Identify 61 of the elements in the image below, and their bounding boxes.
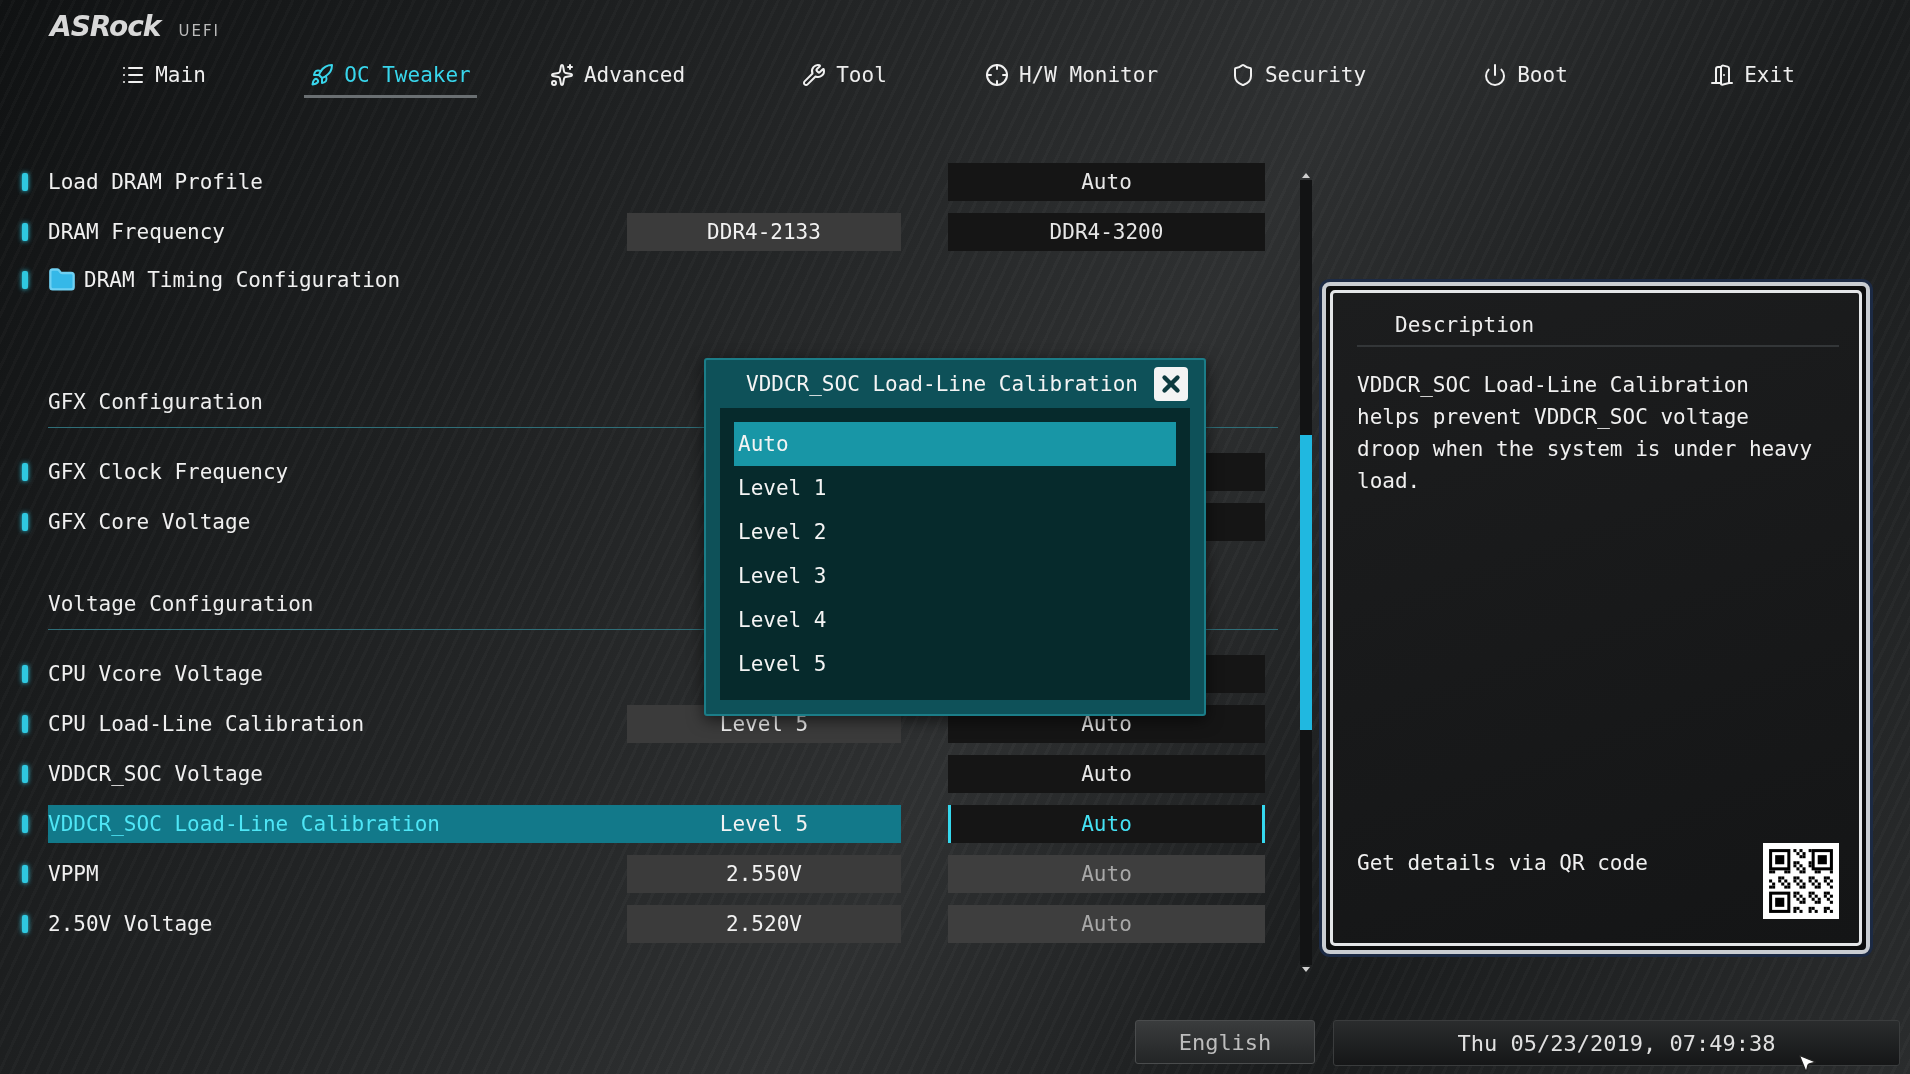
setting-dropdown[interactable]: Auto [948, 163, 1265, 201]
dialog-title: VDDCR_SOC Load-Line Calibration [746, 372, 1138, 396]
scrollbar-thumb[interactable] [1300, 435, 1312, 730]
logo-suffix: UEFI [178, 22, 220, 40]
section-heading: GFX Configuration [48, 390, 263, 414]
bullet-marker [22, 665, 28, 683]
bullet-marker [22, 173, 28, 191]
current-value: 2.520V [627, 905, 901, 943]
nav-tab[interactable]: OC Tweaker [304, 59, 477, 98]
brand-logo: ASRock [50, 10, 161, 43]
bullet-marker [22, 270, 28, 289]
date-time: Thu 05/23/2019, 07:49:38 [1333, 1020, 1900, 1066]
option-item[interactable]: Level 3 [734, 554, 1176, 598]
bullet-marker [22, 765, 28, 783]
bullet-marker [22, 223, 28, 241]
current-value: Level 5 [627, 805, 901, 843]
door-icon [1710, 63, 1735, 87]
power-icon [1483, 63, 1508, 87]
description-text: VDDCR_SOC Load-Line Calibration helps prevent VDDCR_SOC voltage droop when the system is under heavy load. [1357, 372, 1814, 495]
setting-label[interactable]: GFX Core Voltage [48, 503, 627, 541]
option-item[interactable]: Level 5 [734, 642, 1176, 686]
setting-label[interactable]: GFX Clock Frequency [48, 453, 627, 491]
qr-hint: Get details via QR code [1357, 851, 1648, 875]
language-button[interactable]: English [1135, 1020, 1315, 1064]
bullet-marker [22, 715, 28, 733]
wrench-icon [802, 63, 827, 87]
qr-code-icon [1763, 843, 1839, 919]
close-button[interactable] [1154, 367, 1188, 401]
setting-label[interactable]: CPU Vcore Voltage [48, 655, 627, 693]
nav-tab[interactable]: Boot [1477, 59, 1574, 98]
setting-label[interactable]: Load DRAM Profile [48, 163, 627, 201]
nav-tab[interactable]: Security [1224, 59, 1373, 98]
setting-label[interactable]: VDDCR_SOC Voltage [48, 755, 627, 793]
folder-icon [48, 265, 76, 294]
bullet-marker [22, 815, 28, 833]
nav-tab[interactable]: Main [115, 59, 212, 98]
submenu-item[interactable]: DRAM Timing Configuration [48, 260, 627, 299]
cursor-icon [1796, 1052, 1818, 1074]
option-item[interactable]: Level 1 [734, 466, 1176, 510]
bullet-marker [22, 513, 28, 531]
rocket-icon [310, 63, 335, 87]
setting-dropdown[interactable]: Auto [948, 755, 1265, 793]
bullet-marker [22, 865, 28, 883]
option-item[interactable]: Level 2 [734, 510, 1176, 554]
setting-label[interactable]: DRAM Frequency [48, 213, 627, 251]
setting-label[interactable]: CPU Load-Line Calibration [48, 705, 627, 743]
option-item[interactable]: Level 4 [734, 598, 1176, 642]
setting-dropdown[interactable]: Auto [948, 805, 1265, 843]
bullet-marker [22, 915, 28, 933]
crosshair-icon [984, 63, 1009, 87]
current-value: 2.550V [627, 855, 901, 893]
panel-title: Description [1357, 313, 1839, 347]
bullet-marker [22, 463, 28, 481]
nav-tab[interactable]: Advanced [543, 59, 692, 98]
nav-tab[interactable]: Tool [796, 59, 893, 98]
nav-tab[interactable]: H/W Monitor [978, 59, 1165, 98]
current-value: DDR4-2133 [627, 213, 901, 251]
nav-tab[interactable]: Exit [1704, 59, 1801, 98]
sparkle-icon [549, 63, 574, 87]
setting-dropdown[interactable]: DDR4-3200 [948, 213, 1265, 251]
section-heading: Voltage Configuration [48, 592, 314, 616]
